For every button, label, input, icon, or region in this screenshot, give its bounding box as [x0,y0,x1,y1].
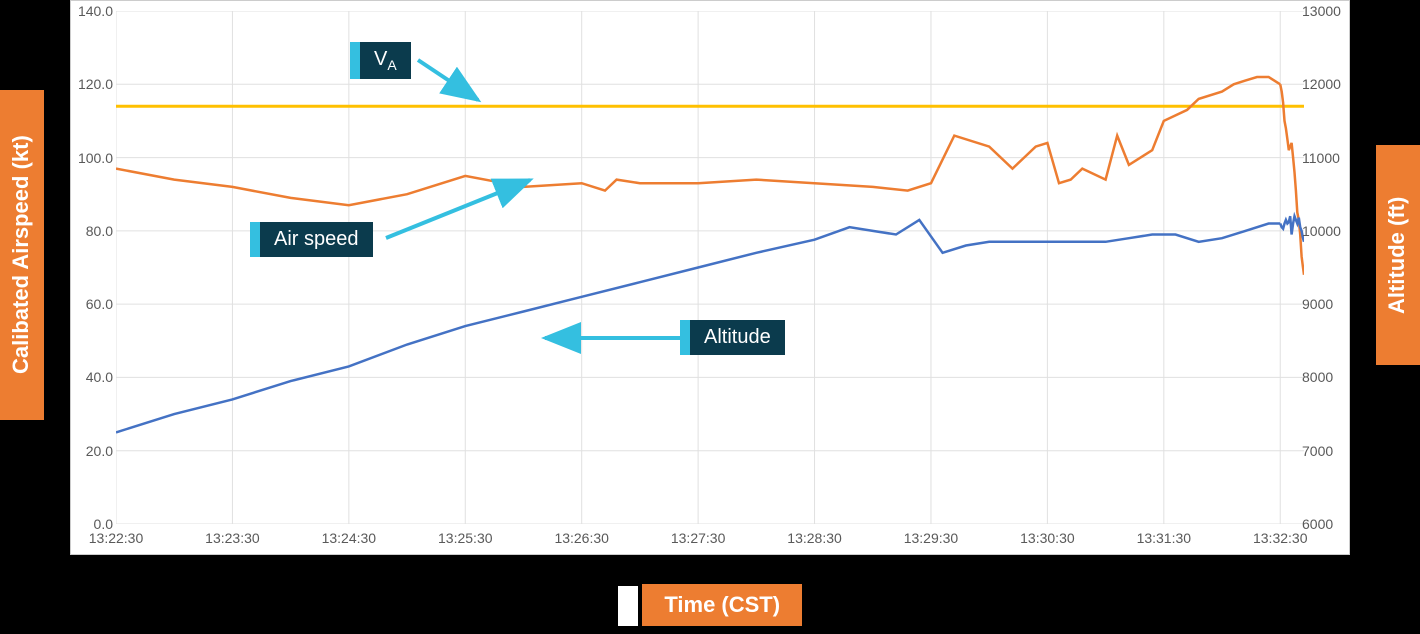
x-tick: 13:29:30 [904,530,959,546]
annotation-va: VA [350,42,411,79]
annotation-airspeed: Air speed [250,222,373,257]
x-tick: 13:27:30 [671,530,726,546]
plot-area [116,11,1304,524]
y-tick-left: 120.0 [73,76,113,92]
y-tick-left: 60.0 [73,296,113,312]
y-tick-right: 12000 [1302,76,1347,92]
y-tick-right: 10000 [1302,223,1347,239]
x-axis-tab [618,586,638,626]
y-tick-right: 6000 [1302,516,1347,532]
annotation-va-sub: A [387,57,396,73]
y-tick-left: 40.0 [73,369,113,385]
x-tick: 13:24:30 [322,530,377,546]
y-tick-left: 80.0 [73,223,113,239]
chart-container: 0.020.040.060.080.0100.0120.0140.0600070… [70,0,1350,555]
x-tick: 13:23:30 [205,530,260,546]
y-tick-right: 9000 [1302,296,1347,312]
y-tick-right: 11000 [1302,150,1347,166]
annotation-va-text: V [374,48,387,70]
x-axis-label: Time (CST) [642,584,802,626]
x-tick: 13:30:30 [1020,530,1075,546]
x-tick: 13:32:30 [1253,530,1308,546]
y-tick-right: 13000 [1302,3,1347,19]
y-axis-left-label: Calibated Airspeed (kt) [0,90,44,420]
series-air-speed-tail [1280,84,1304,274]
x-tick: 13:28:30 [787,530,842,546]
y-tick-left: 140.0 [73,3,113,19]
y-tick-right: 8000 [1302,369,1347,385]
annotation-altitude: Altitude [680,320,785,355]
x-tick: 13:25:30 [438,530,493,546]
x-tick: 13:31:30 [1137,530,1192,546]
x-axis-wrap: Time (CST) [0,584,1420,626]
x-tick: 13:22:30 [89,530,144,546]
y-tick-left: 20.0 [73,443,113,459]
x-tick: 13:26:30 [554,530,609,546]
y-axis-right-label: Altitude (ft) [1376,145,1420,365]
y-tick-left: 100.0 [73,150,113,166]
y-tick-right: 7000 [1302,443,1347,459]
